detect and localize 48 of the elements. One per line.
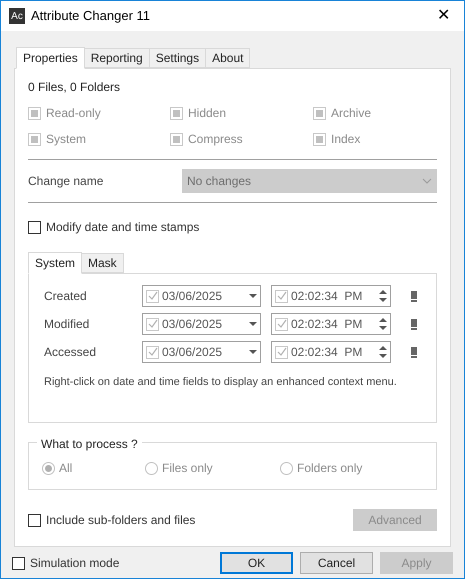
checkbox-label: Hidden	[188, 105, 226, 122]
time-field[interactable]: 02:02:34 PM	[271, 341, 391, 363]
file-count: 0 Files, 0 Folders	[28, 79, 122, 96]
bar-icon[interactable]	[411, 346, 417, 358]
dropdown-arrow-icon	[249, 322, 257, 326]
stamp-label: Modified	[44, 316, 90, 333]
time-field[interactable]: 02:02:34 PM	[271, 313, 391, 335]
bar-icon[interactable]	[411, 290, 417, 302]
dialog-button[interactable]: OK	[220, 552, 293, 574]
stamp-label: Created	[44, 288, 88, 305]
checkbox-label: Modify date and time stamps	[46, 219, 200, 236]
radio-label: All	[59, 460, 72, 477]
dropdown-arrow-icon	[249, 350, 257, 354]
spin-arrows-icon	[379, 317, 387, 331]
chevron-down-icon	[422, 178, 432, 184]
tab[interactable]: Reporting	[84, 48, 150, 68]
checkbox-label: Index	[331, 131, 360, 148]
checkbox-label: Archive	[331, 105, 372, 122]
stamp-label: Accessed	[44, 344, 98, 361]
date-field[interactable]: 03/06/2025	[142, 313, 261, 335]
checkbox-label: Include sub-folders and files	[46, 512, 196, 529]
radio-label: Files only	[162, 460, 213, 477]
spin-arrows-icon	[379, 289, 387, 303]
tab[interactable]: Settings	[148, 48, 206, 68]
tab[interactable]: System	[28, 252, 82, 274]
spin-arrows-icon	[379, 345, 387, 359]
checkbox-label: System	[46, 131, 86, 148]
date-field[interactable]: 03/06/2025	[142, 285, 261, 307]
window-title: Attribute Changer 11	[31, 7, 150, 26]
tab[interactable]: Mask	[81, 253, 124, 273]
bar-icon[interactable]	[411, 318, 417, 330]
checkbox-label: Simulation mode	[30, 555, 120, 572]
checkbox-label: Read-only	[46, 105, 101, 122]
checkbox[interactable]	[12, 556, 25, 570]
checkbox[interactable]	[28, 220, 41, 234]
close-button[interactable]: ✕	[431, 4, 456, 28]
date-field[interactable]: 03/06/2025	[142, 341, 261, 363]
dialog-button[interactable]: Cancel	[300, 552, 373, 574]
app-logo: Ac	[9, 8, 25, 24]
change-name-label: Change name	[28, 173, 104, 190]
dropdown-arrow-icon	[249, 294, 257, 298]
checkbox-label: Compress	[188, 131, 243, 148]
tab[interactable]: Properties	[16, 47, 85, 69]
tab[interactable]: About	[205, 48, 250, 68]
time-field[interactable]: 02:02:34 PM	[271, 285, 391, 307]
hint-text: Right-click on date and time fields to display an enhanced context menu.	[44, 375, 398, 390]
radio-label: Folders only	[297, 460, 362, 477]
checkbox[interactable]	[28, 514, 41, 526]
